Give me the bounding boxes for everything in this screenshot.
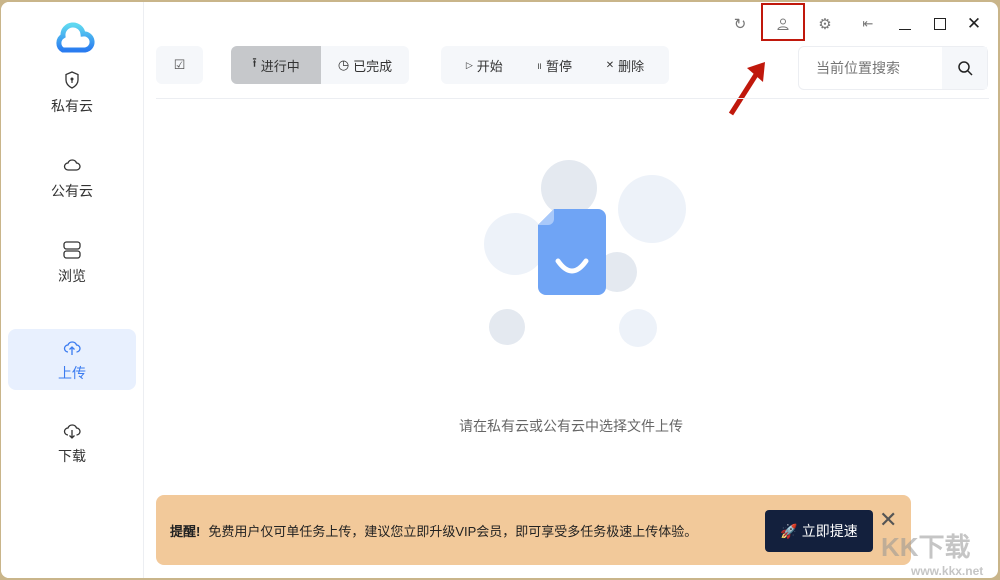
app-window: 私有云 公有云 浏览 上传 下载 ↻ ⚙ ⇤ ✕ ☑ ⭱进行中 ◷已完成 ▷开始… xyxy=(1,2,998,578)
action-group: ▷开始 ॥暂停 ✕删除 xyxy=(441,46,669,84)
checkbox-icon: ☑ xyxy=(174,57,186,73)
collapse-icon[interactable]: ⇤ xyxy=(856,12,880,36)
status-tabs: ⭱进行中 ◷已完成 xyxy=(231,46,409,84)
search-button[interactable] xyxy=(942,47,987,89)
refresh-icon[interactable]: ↻ xyxy=(728,12,752,36)
x-icon: ✕ xyxy=(606,60,614,71)
sidebar-item-label: 下载 xyxy=(58,446,86,466)
sidebar-item-label: 浏览 xyxy=(58,266,86,286)
maximize-button[interactable] xyxy=(928,12,952,36)
shield-icon xyxy=(62,70,82,90)
search-input[interactable] xyxy=(799,47,942,89)
clock-icon: ◷ xyxy=(338,57,349,73)
sidebar-item-private-cloud[interactable]: 私有云 xyxy=(8,62,136,123)
banner-title: 提醒! xyxy=(170,521,200,540)
cloud-download-icon xyxy=(62,420,82,440)
sidebar-item-label: 上传 xyxy=(58,363,86,383)
sidebar-item-label: 私有云 xyxy=(51,96,93,116)
cloud-logo-icon xyxy=(51,22,95,56)
file-smile-icon xyxy=(536,207,608,297)
user-icon[interactable] xyxy=(771,12,795,36)
cloud-upload-icon xyxy=(62,337,82,357)
play-icon: ▷ xyxy=(466,60,473,71)
browse-icon xyxy=(62,240,82,260)
cloud-icon xyxy=(62,155,82,175)
search-box xyxy=(798,46,988,90)
settings-gear-icon[interactable]: ⚙ xyxy=(813,12,837,36)
delete-button[interactable]: ✕删除 xyxy=(606,46,644,84)
empty-message: 请在私有云或公有云中选择文件上传 xyxy=(144,416,998,436)
banner-text: 免费用户仅可单任务上传，建议您立即升级VIP会员，即可享受多任务极速上传体验。 xyxy=(208,521,697,540)
close-button[interactable]: ✕ xyxy=(962,12,986,36)
sidebar-item-public-cloud[interactable]: 公有云 xyxy=(8,147,136,208)
sidebar-item-browse[interactable]: 浏览 xyxy=(8,232,136,293)
pause-icon: ॥ xyxy=(537,59,542,72)
sidebar-item-label: 公有云 xyxy=(51,181,93,201)
divider xyxy=(156,98,989,99)
sidebar-item-download[interactable]: 下载 xyxy=(8,412,136,473)
rocket-icon: 🚀 xyxy=(780,523,797,540)
upload-icon: ⭱ xyxy=(252,54,257,76)
watermark: KK下载www.kkx.net xyxy=(881,527,983,578)
pause-button[interactable]: ॥暂停 xyxy=(537,46,572,84)
annotation-arrow-icon xyxy=(723,58,773,118)
select-all-button[interactable]: ☑ xyxy=(156,46,203,84)
vip-reminder-banner: 提醒! 免费用户仅可单任务上传，建议您立即升级VIP会员，即可享受多任务极速上传… xyxy=(156,495,911,565)
tab-in-progress[interactable]: ⭱进行中 xyxy=(231,46,321,84)
speed-up-button[interactable]: 🚀立即提速 xyxy=(765,510,873,552)
start-button[interactable]: ▷开始 xyxy=(466,46,503,84)
search-icon xyxy=(957,60,973,76)
sidebar: 私有云 公有云 浏览 上传 下载 xyxy=(1,2,144,578)
sidebar-item-upload[interactable]: 上传 xyxy=(8,329,136,390)
minimize-button[interactable] xyxy=(893,12,917,36)
tab-completed[interactable]: ◷已完成 xyxy=(321,46,409,84)
